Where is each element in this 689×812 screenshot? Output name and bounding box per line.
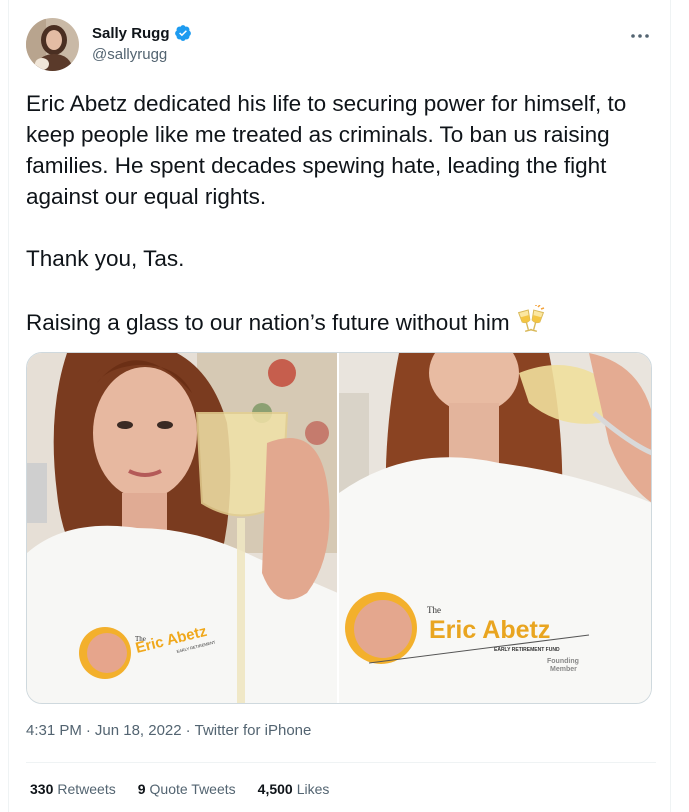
tweet-stats: 330 Retweets 9 Quote Tweets 4,500 Likes bbox=[30, 781, 329, 797]
tweet-time[interactable]: 4:31 PM bbox=[26, 722, 82, 739]
tweet-card: Sally Rugg @sallyrugg Eric Abetz dedicat… bbox=[8, 0, 671, 812]
tweet-header: Sally Rugg @sallyrugg bbox=[26, 18, 656, 74]
tweet-text: Eric Abetz dedicated his life to securin… bbox=[26, 88, 656, 338]
meta-separator: · bbox=[185, 722, 191, 739]
tweet-photo-1[interactable]: The Eric Abetz EARLY RETIREMENT bbox=[27, 353, 337, 703]
shirt-the-text: The bbox=[427, 605, 441, 615]
tweet-photo-2[interactable]: The Eric Abetz EARLY RETIREMENT FUND Fou… bbox=[339, 353, 651, 703]
shirt-badge-text: Founding bbox=[547, 658, 579, 665]
retweets-label: Retweets bbox=[57, 781, 116, 797]
tweet-meta: 4:31 PM · Jun 18, 2022 · Twitter for iPh… bbox=[26, 722, 311, 739]
tweet-paragraph: Raising a glass to our nation’s future w… bbox=[26, 304, 656, 338]
shirt-brand-text: Eric Abetz bbox=[429, 616, 550, 644]
tweet-paragraph-text: Raising a glass to our nation’s future w… bbox=[26, 310, 510, 335]
likes-count: 4,500 bbox=[257, 781, 293, 797]
retweets-count: 330 bbox=[30, 781, 54, 797]
meta-separator: · bbox=[85, 722, 91, 739]
divider bbox=[26, 762, 656, 763]
tweet-source[interactable]: Twitter for iPhone bbox=[195, 722, 312, 739]
quote-tweets-stat[interactable]: 9 Quote Tweets bbox=[138, 781, 236, 797]
retweets-stat[interactable]: 330 Retweets bbox=[30, 781, 116, 797]
author-info: Sally Rugg @sallyrugg bbox=[92, 24, 192, 63]
quote-tweets-label: Quote Tweets bbox=[149, 781, 236, 797]
shirt-badge-text: Member bbox=[550, 666, 577, 673]
likes-label: Likes bbox=[296, 781, 330, 797]
verified-badge-icon bbox=[174, 24, 192, 42]
likes-stat[interactable]: 4,500 Likes bbox=[258, 781, 330, 797]
clinking-glasses-icon bbox=[516, 304, 546, 335]
author-handle[interactable]: @sallyrugg bbox=[92, 46, 192, 63]
more-options-icon[interactable] bbox=[628, 24, 652, 48]
author-avatar[interactable] bbox=[26, 18, 79, 71]
author-display-name[interactable]: Sally Rugg bbox=[92, 25, 170, 42]
tweet-paragraph: Eric Abetz dedicated his life to securin… bbox=[26, 91, 627, 209]
tweet-media: The Eric Abetz EARLY RETIREMENT The Eric… bbox=[26, 352, 652, 704]
tweet-date[interactable]: Jun 18, 2022 bbox=[95, 722, 182, 739]
shirt-sub-text: EARLY RETIREMENT FUND bbox=[494, 647, 560, 653]
quote-tweets-count: 9 bbox=[137, 781, 146, 797]
tweet-paragraph: Thank you, Tas. bbox=[26, 246, 185, 271]
